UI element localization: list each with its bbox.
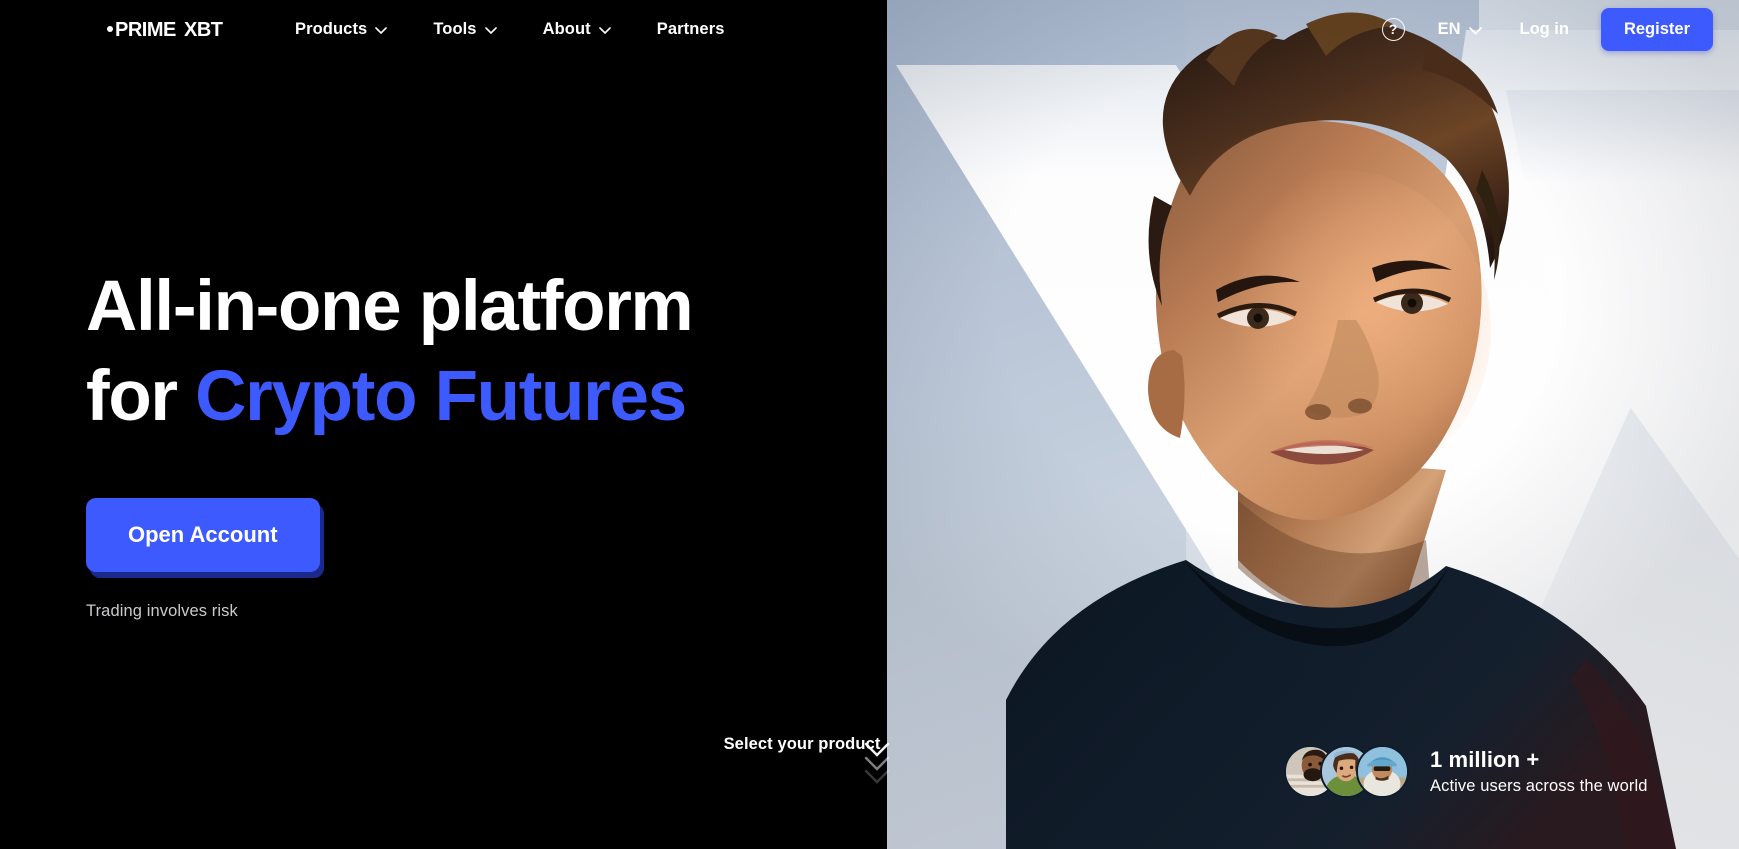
nav-label-about: About <box>542 19 591 38</box>
page-title: All-in-one platform for Crypto Futures <box>86 262 786 442</box>
active-users-badge: 1 million + Active users across the worl… <box>1284 745 1647 798</box>
logo-mark: PRIME XBT <box>107 19 223 41</box>
avatar <box>1356 745 1409 798</box>
users-text: 1 million + Active users across the worl… <box>1430 746 1647 797</box>
question-mark-icon[interactable]: ? <box>1381 17 1405 41</box>
hero-image <box>886 0 1739 849</box>
person-portrait <box>1006 12 1676 849</box>
avatar-group <box>1284 745 1409 798</box>
chevron-down-icon <box>375 26 388 34</box>
nav-label-products: Products <box>295 19 368 38</box>
risk-disclaimer: Trading involves risk <box>86 602 238 620</box>
nav-item-partners[interactable]: Partners <box>657 20 725 39</box>
hero-copy: All-in-one platform for Crypto Futures O… <box>86 262 786 621</box>
users-subtitle: Active users across the world <box>1430 777 1648 796</box>
headline-line-2-prefix: for <box>86 357 196 436</box>
select-your-product[interactable]: Select your product <box>709 735 895 754</box>
nav-label-tools: Tools <box>433 19 477 38</box>
chevron-down-icon <box>1469 26 1483 35</box>
svg-text:XBT: XBT <box>184 19 223 41</box>
nav-label-partners: Partners <box>656 19 725 38</box>
language-label: EN <box>1437 19 1461 38</box>
users-count: 1 million + <box>1430 746 1540 772</box>
language-selector[interactable]: EN <box>1437 19 1483 39</box>
cta-wrapper: Open Account <box>86 498 324 578</box>
header-actions: ? EN Log in Register <box>1381 0 1713 58</box>
open-account-button[interactable]: Open Account <box>86 498 320 572</box>
site-header: PRIME XBT Products Tools About Partners … <box>0 0 1739 58</box>
login-link[interactable]: Log in <box>1519 20 1568 39</box>
nav-item-tools[interactable]: Tools <box>433 19 497 39</box>
svg-text:PRIME: PRIME <box>115 19 176 41</box>
register-button[interactable]: Register <box>1600 7 1713 51</box>
nav-item-about[interactable]: About <box>543 20 611 39</box>
page-root: PRIME XBT Products Tools About Partners … <box>0 0 1739 849</box>
primexbt-logo[interactable]: PRIME XBT <box>106 17 242 41</box>
main-nav: Products Tools About Partners <box>295 0 725 58</box>
headline-line-1: All-in-one platform <box>86 267 694 346</box>
nav-item-products[interactable]: Products <box>295 19 388 39</box>
headline-line-2-accent: Crypto Futures <box>195 357 687 436</box>
chevron-down-icon <box>484 26 497 34</box>
select-product-label: Select your product <box>723 735 881 753</box>
chevron-down-icon <box>598 26 611 34</box>
